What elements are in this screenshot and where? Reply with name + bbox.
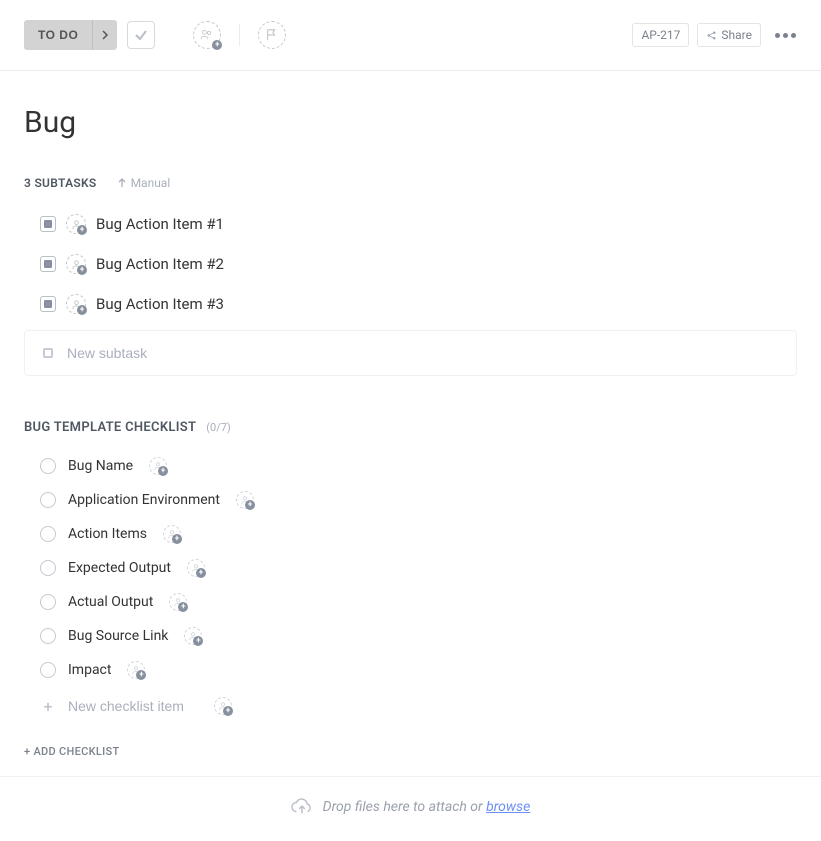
subtask-status-box[interactable] (40, 296, 56, 312)
checklist-items: Bug Name Application Environment Action … (24, 449, 797, 687)
priority-button[interactable] (258, 21, 286, 49)
sort-label: Manual (131, 176, 171, 190)
subtask-row[interactable]: Bug Action Item #2 (24, 244, 797, 284)
checklist-item-row: Expected Output (24, 551, 797, 585)
checklist-item-row: Impact (24, 653, 797, 687)
assignees-button[interactable] (193, 21, 221, 49)
mark-complete-button[interactable] (127, 21, 155, 49)
plus-badge-icon (212, 40, 222, 50)
subtask-title[interactable]: Bug Action Item #2 (96, 255, 224, 273)
checklist-item-row: Actual Output (24, 585, 797, 619)
checklist-checkbox[interactable] (40, 526, 56, 542)
status-group: TO DO (24, 20, 117, 50)
subtask-row[interactable]: Bug Action Item #3 (24, 284, 797, 324)
checklist-item-row: Application Environment (24, 483, 797, 517)
status-button[interactable]: TO DO (24, 20, 92, 50)
plus-badge-icon (245, 500, 255, 510)
plus-badge-icon (136, 670, 146, 680)
assign-checklist-item-button[interactable] (184, 627, 202, 645)
task-content: Bug 3 SUBTASKS Manual Bug Action Item #1… (0, 71, 821, 776)
task-toolbar: TO DO AP-217 Share (0, 0, 821, 71)
new-checklist-item-input[interactable] (68, 698, 198, 714)
attachment-dropzone[interactable]: Drop files here to attach or browse (0, 776, 821, 841)
toolbar-actions (193, 21, 286, 49)
subtask-title[interactable]: Bug Action Item #3 (96, 295, 224, 313)
checklist-item-label[interactable]: Application Environment (68, 492, 220, 508)
checklist-item-label[interactable]: Bug Name (68, 458, 133, 474)
toolbar-divider (239, 24, 240, 46)
sort-arrow-icon (117, 178, 127, 188)
plus-badge-icon (196, 568, 206, 578)
checklist-checkbox[interactable] (40, 594, 56, 610)
task-title[interactable]: Bug (24, 105, 797, 140)
checklist-progress: (0/7) (206, 421, 231, 434)
share-icon (706, 30, 717, 41)
share-label: Share (721, 28, 752, 42)
plus-badge-icon (178, 602, 188, 612)
chevron-right-icon (101, 30, 109, 40)
assign-checklist-item-button[interactable] (169, 593, 187, 611)
subtask-assign-button[interactable] (66, 294, 86, 314)
flag-icon (265, 28, 279, 42)
checklist-item-row: Action Items (24, 517, 797, 551)
subtask-assign-button[interactable] (66, 214, 86, 234)
subtask-assign-button[interactable] (66, 254, 86, 274)
check-icon (134, 28, 148, 42)
assign-checklist-item-button[interactable] (214, 697, 232, 715)
checklist-item-label[interactable]: Actual Output (68, 594, 153, 610)
checklist-checkbox[interactable] (40, 458, 56, 474)
checklist-item-row: Bug Source Link (24, 619, 797, 653)
subtask-row[interactable]: Bug Action Item #1 (24, 204, 797, 244)
plus-badge-icon (172, 534, 182, 544)
next-status-button[interactable] (92, 20, 117, 50)
checklist-item-label[interactable]: Action Items (68, 526, 147, 542)
share-button[interactable]: Share (697, 23, 761, 47)
checklist-checkbox[interactable] (40, 560, 56, 576)
subtasks-count-label: 3 SUBTASKS (24, 176, 97, 190)
plus-badge-icon (223, 706, 233, 716)
assign-checklist-item-button[interactable] (149, 457, 167, 475)
checklist-checkbox[interactable] (40, 492, 56, 508)
task-id-badge[interactable]: AP-217 (632, 23, 689, 47)
new-subtask-input[interactable] (67, 345, 778, 361)
new-subtask-row[interactable] (24, 330, 797, 376)
new-subtask-status-icon (43, 348, 53, 358)
cloud-upload-icon (291, 797, 313, 817)
subtask-list: Bug Action Item #1 Bug Action Item #2 Bu… (24, 204, 797, 324)
checklist-title[interactable]: BUG TEMPLATE CHECKLIST (24, 420, 196, 435)
assign-checklist-item-button[interactable] (236, 491, 254, 509)
checklist-checkbox[interactable] (40, 662, 56, 678)
browse-link[interactable]: browse (486, 799, 530, 815)
checklist-item-label[interactable]: Impact (68, 662, 111, 678)
plus-badge-icon (77, 265, 87, 275)
plus-badge-icon (77, 225, 87, 235)
dropzone-text: Drop files here to attach or browse (323, 799, 531, 815)
subtask-title[interactable]: Bug Action Item #1 (96, 215, 224, 233)
subtask-status-box[interactable] (40, 256, 56, 272)
add-checklist-button[interactable]: + ADD CHECKLIST (24, 745, 797, 776)
plus-icon: + (40, 698, 56, 714)
new-checklist-item-row[interactable]: + (24, 687, 797, 725)
checklist-checkbox[interactable] (40, 628, 56, 644)
checklist-item-row: Bug Name (24, 449, 797, 483)
plus-badge-icon (158, 466, 168, 476)
subtasks-header: 3 SUBTASKS Manual (24, 176, 797, 190)
checklist-header: BUG TEMPLATE CHECKLIST (0/7) (24, 420, 797, 435)
subtask-status-box[interactable] (40, 216, 56, 232)
plus-badge-icon (77, 305, 87, 315)
plus-badge-icon (193, 636, 203, 646)
assign-checklist-item-button[interactable] (127, 661, 145, 679)
assign-checklist-item-button[interactable] (187, 559, 205, 577)
checklist-item-label[interactable]: Bug Source Link (68, 628, 168, 644)
assign-checklist-item-button[interactable] (163, 525, 181, 543)
subtasks-sort-button[interactable]: Manual (117, 176, 171, 190)
checklist-item-label[interactable]: Expected Output (68, 560, 171, 576)
more-menu-button[interactable] (773, 33, 797, 38)
